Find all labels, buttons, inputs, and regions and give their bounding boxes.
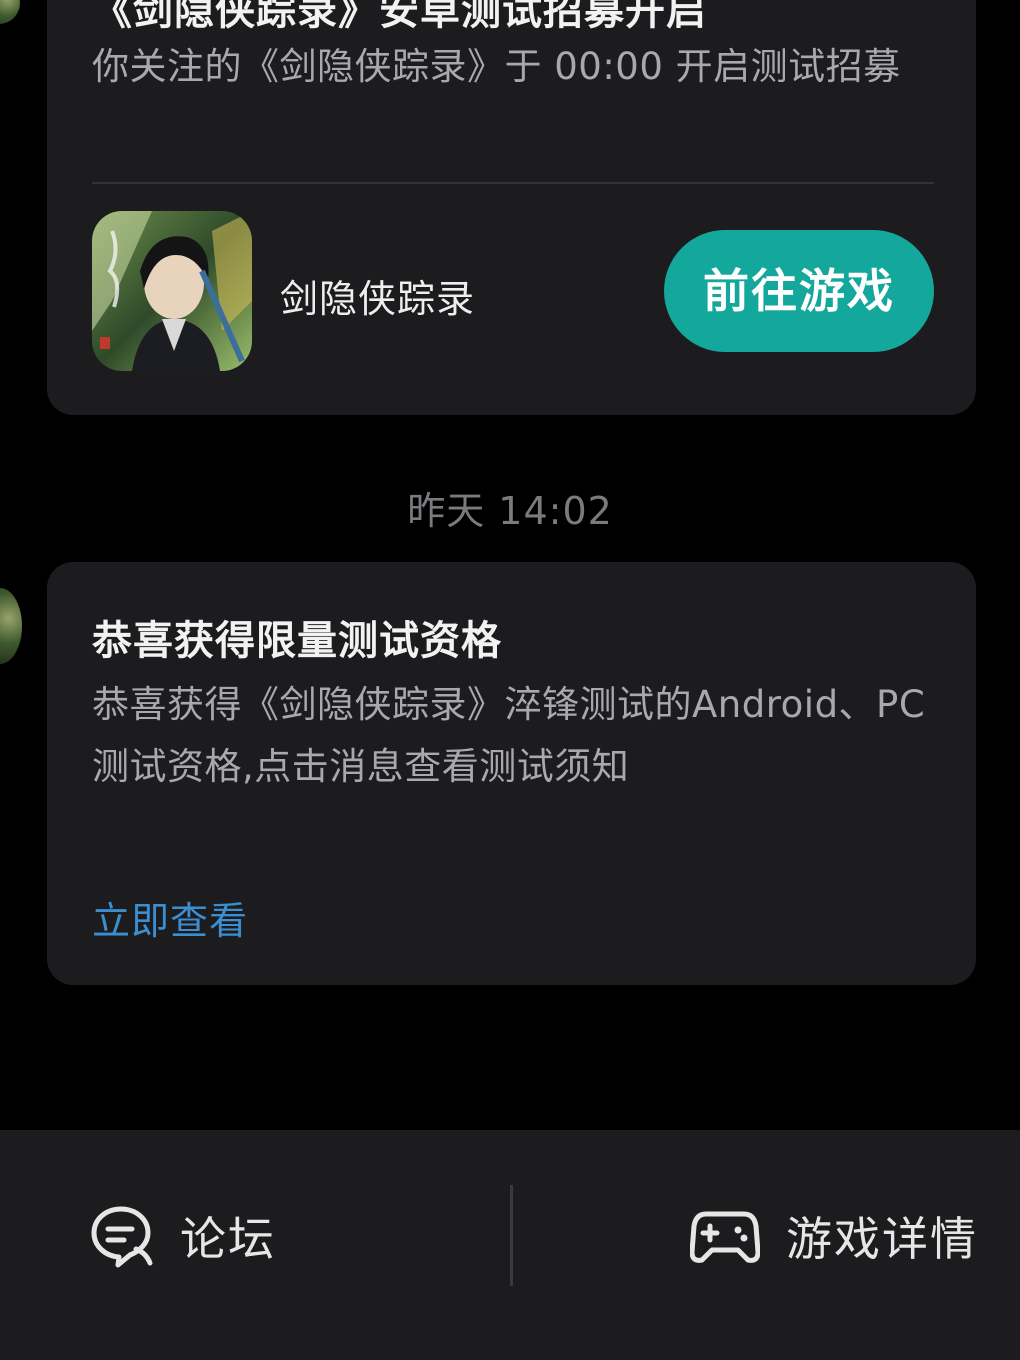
sender-avatar[interactable] xyxy=(0,0,20,24)
forum-label: 论坛 xyxy=(180,1212,276,1266)
message-card[interactable]: 《剑隐侠踪录》安卓测试招募开启 你关注的《剑隐侠踪录》于 00:00 开启测试招… xyxy=(47,0,976,415)
game-details-button[interactable]: 游戏详情 xyxy=(690,1200,978,1272)
message-card[interactable]: 恭喜获得限量测试资格 恭喜获得《剑隐侠踪录》淬锋测试的Android、PC测试资… xyxy=(47,562,976,985)
game-details-label: 游戏详情 xyxy=(786,1212,978,1266)
view-now-link[interactable]: 立即查看 xyxy=(92,890,248,945)
message-body: 恭喜获得《剑隐侠踪录》淬锋测试的Android、PC测试资格,点击消息查看测试须… xyxy=(92,683,926,788)
message-title: 恭喜获得限量测试资格 xyxy=(92,618,502,664)
go-to-game-button[interactable]: 前往游戏 xyxy=(664,230,934,352)
sender-avatar[interactable] xyxy=(0,588,22,664)
gamepad-icon xyxy=(690,1204,760,1268)
divider xyxy=(510,1185,513,1286)
message-title: 《剑隐侠踪录》安卓测试招募开启 xyxy=(92,0,707,34)
message-body: 你关注的《剑隐侠踪录》于 00:00 开启测试招募 xyxy=(92,45,901,88)
game-name: 剑隐侠踪录 xyxy=(280,277,476,321)
forum-button[interactable]: 论坛 xyxy=(88,1200,276,1272)
game-cover-icon[interactable] xyxy=(92,211,252,371)
message-timestamp: 昨天 14:02 xyxy=(407,489,613,533)
divider xyxy=(92,182,934,184)
chat-bubble-icon xyxy=(88,1203,154,1269)
bottom-bar: 论坛 游戏详情 xyxy=(0,1130,1020,1360)
